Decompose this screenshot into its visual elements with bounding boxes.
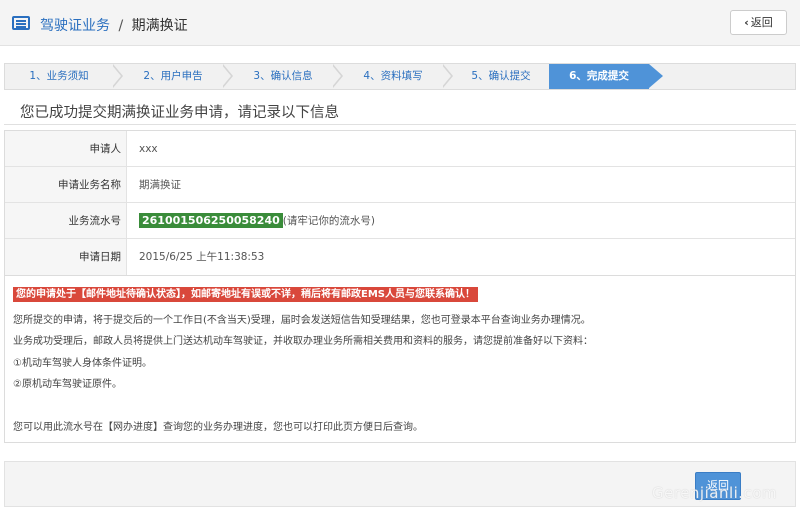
info-label: 业务流水号 (5, 203, 127, 238)
step-divider (111, 64, 123, 89)
notice-line: 业务成功受理后，邮政人员将提供上门送达机动车驾驶证，并收取办理业务所需相关费用和… (13, 336, 593, 347)
list-icon (12, 16, 30, 30)
back-button[interactable]: ‹ 返回 (730, 10, 787, 35)
step-divider (221, 64, 233, 89)
step-arrow (649, 64, 663, 88)
back-button-label: 返回 (750, 16, 773, 29)
divider (4, 124, 796, 125)
step-2: 2、用户申告 (143, 70, 203, 82)
info-value: xxx (139, 143, 158, 155)
breadcrumb: 驾驶证业务 / 期满换证 (40, 15, 188, 35)
step-6-active: 6、完成提交 (549, 64, 663, 89)
notice-line: 您所提交的申请，将于提交后的一个工作日(不含当天)受理，届时会发送短信告知受理结… (13, 315, 591, 326)
info-row-serial: 业务流水号 261001506250058240 (请牢记你的流水号) (5, 203, 795, 239)
breadcrumb-current: 期满换证 (131, 18, 188, 34)
info-row-date: 申请日期 2015/6/25 上午11:38:53 (5, 239, 795, 275)
info-value: 2015/6/25 上午11:38:53 (139, 251, 265, 263)
serial-note: (请牢记你的流水号) (282, 215, 375, 227)
chevron-left-icon: ‹ (744, 16, 749, 29)
step-6-label: 6、完成提交 (569, 70, 629, 82)
info-label: 申请日期 (5, 239, 127, 275)
warning-banner: 您的申请处于【邮件地址待确认状态】，如邮寄地址有误或不详，稍后将有邮政EMS人员… (13, 287, 478, 302)
info-row-business: 申请业务名称 期满换证 (5, 167, 795, 203)
notice-line: ②原机动车驾驶证原件。 (13, 379, 122, 390)
serial-number: 261001506250058240 (139, 213, 283, 228)
step-1: 1、业务须知 (29, 70, 89, 82)
notice-line: ①机动车驾驶人身体条件证明。 (13, 358, 152, 369)
step-3: 3、确认信息 (253, 70, 313, 82)
notice-line: 您可以用此流水号在【网办进度】查询您的业务办理进度，您也可以打印此页方便日后查询… (13, 422, 423, 433)
info-table: 申请人 xxx 申请业务名称 期满换证 业务流水号 26100150625005… (4, 130, 796, 276)
watermark: Gerenjianli.com (652, 484, 778, 502)
info-label: 申请业务名称 (5, 167, 127, 202)
breadcrumb-link[interactable]: 驾驶证业务 (40, 18, 110, 34)
info-value: 261001506250058240 (请牢记你的流水号) (139, 203, 375, 239)
info-row-applicant: 申请人 xxx (5, 131, 795, 167)
step-4: 4、资料填写 (363, 70, 423, 82)
breadcrumb-separator: / (118, 18, 124, 34)
step-divider (441, 64, 453, 89)
step-progress: 1、业务须知 2、用户申告 3、确认信息 4、资料填写 5、确认提交 6、完成提… (4, 63, 796, 90)
step-divider (331, 64, 343, 89)
top-header: 驾驶证业务 / 期满换证 ‹ 返回 (0, 0, 800, 46)
notice-panel: 您的申请处于【邮件地址待确认状态】，如邮寄地址有误或不详，稍后将有邮政EMS人员… (4, 276, 796, 443)
success-title: 您已成功提交期满换证业务申请，请记录以下信息 (20, 105, 339, 121)
step-5: 5、确认提交 (471, 70, 531, 82)
info-value: 期满换证 (139, 179, 181, 191)
info-label: 申请人 (5, 131, 127, 166)
